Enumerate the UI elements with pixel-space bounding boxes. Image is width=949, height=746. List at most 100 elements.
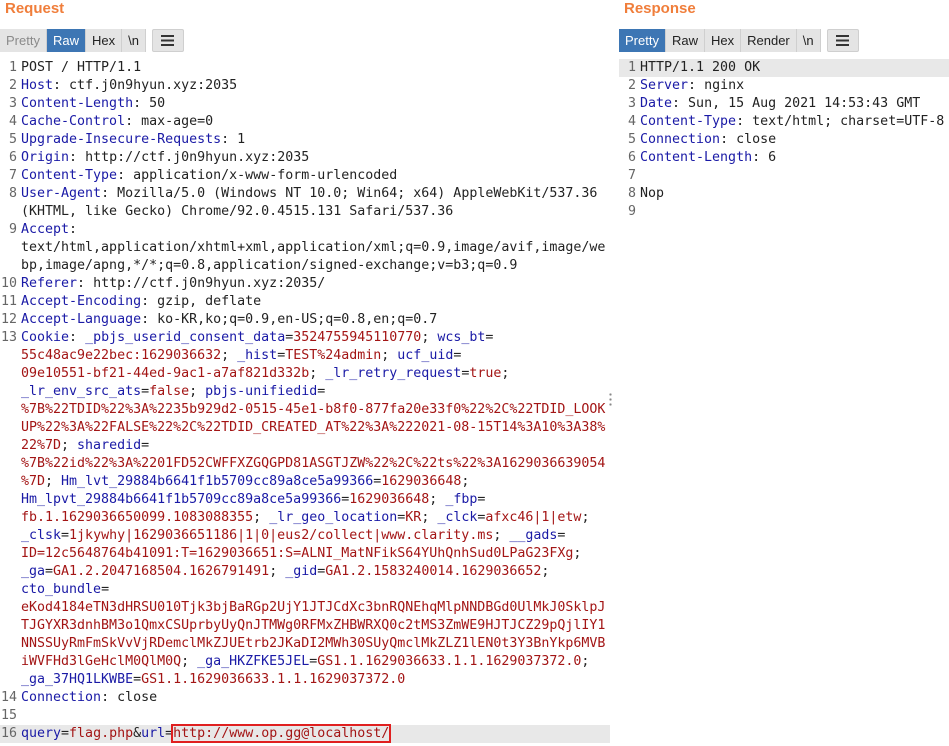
line-number [0, 635, 21, 653]
editor-line: TJGYXR3dnhBM3o1QmxCSUprbyUyQnJTMWg0RFMxZ… [0, 617, 610, 635]
editor-line: 2 Host: ctf.j0n9hyun.xyz:2035 [0, 77, 610, 95]
editor-line: 7 [619, 167, 949, 185]
editor-line: %7B%22id%22%3A%2201FD52CWFFXZGQGPD81ASGT… [0, 455, 610, 473]
editor-line: bp,image/apng,*/*;q=0.8,application/sign… [0, 257, 610, 275]
line-number [0, 239, 21, 257]
editor-line: NNSSUyRmFmSkVvVjRDemclMkZJUEtrb2JKaDI2MW… [0, 635, 610, 653]
editor-line: 7 Content-Type: application/x-www-form-ur… [0, 167, 610, 185]
editor-line: 8 User-Agent: Mozilla/5.0 (Windows NT 10.… [0, 185, 610, 203]
line-number [0, 653, 21, 671]
pane-divider[interactable] [610, 0, 619, 746]
response-tab-hex[interactable]: Hex [704, 29, 742, 52]
editor-line: 5 Connection: close [619, 131, 949, 149]
editor-line: 4 Cache-Control: max-age=0 [0, 113, 610, 131]
line-number [0, 419, 21, 437]
line-number: 7 [627, 168, 636, 183]
line-number [0, 527, 21, 545]
editor-line: %7D; Hm_lvt_29884b6641f1b5709cc89a8ce5a9… [0, 473, 610, 491]
line-number: 3 [627, 96, 636, 111]
editor-line: 3 Date: Sun, 15 Aug 2021 14:53:43 GMT [619, 95, 949, 113]
editor-line: cto_bundle= [0, 581, 610, 599]
editor-line: Hm_lpvt_29884b6641f1b5709cc89a8ce5a99366… [0, 491, 610, 509]
line-number [0, 473, 21, 491]
request-tab-newline[interactable]: \n [122, 29, 146, 52]
line-number: 5 [627, 132, 636, 147]
editor-line: _ga_37HQ1LKWBE=GS1.1.1629036633.1.1.1629… [0, 671, 610, 689]
editor-line: 14 Connection: close [0, 690, 158, 705]
editor-line: _clsk=1jkywhy|1629036651186|1|0|eus2/col… [0, 527, 610, 545]
editor-line: iWVFHd3lGeHclM0QlM0Q; _ga_HKZFKE5JEL=GS1… [0, 653, 610, 671]
line-number [0, 545, 21, 563]
request-pane: Request Pretty Raw Hex \n 1 POST / HTTP/1… [0, 0, 610, 746]
response-title: Response [624, 0, 696, 17]
response-tab-render[interactable]: Render [741, 29, 797, 52]
editor-line: 55c48ac9e22bec:1629036632; _hist=TEST%24… [0, 347, 610, 365]
editor-line: _ga=GA1.2.2047168504.1626791491; _gid=GA… [0, 563, 610, 581]
response-tab-pretty[interactable]: Pretty [619, 29, 666, 52]
request-editor[interactable]: 1 POST / HTTP/1.1 2 Host: ctf.j0n9hyun.xyz… [0, 59, 610, 746]
request-toolbar: Pretty Raw Hex \n [0, 29, 184, 53]
line-number [0, 203, 21, 221]
hamburger-icon [836, 35, 850, 47]
line-number [0, 671, 21, 689]
editor-line: 9 [619, 203, 949, 221]
line-number [0, 617, 21, 635]
line-number: 10 [0, 276, 17, 291]
line-number [0, 383, 21, 401]
editor-line: text/html,application/xhtml+xml,applicat… [0, 239, 610, 257]
editor-line: 15 [0, 707, 610, 725]
line-number: 6 [627, 150, 636, 165]
editor-line: 8 Nop [619, 185, 949, 203]
line-number: 2 [8, 78, 17, 93]
line-number [0, 257, 21, 275]
line-number: 5 [8, 132, 17, 147]
hamburger-icon [161, 35, 175, 47]
line-number: 8 [627, 186, 636, 201]
editor-line: 09e10551-bf21-44ed-9ac1-a7af821d332b; _l… [0, 365, 610, 383]
request-tab-raw[interactable]: Raw [46, 29, 86, 52]
highlighted-url: http://www.op.gg@localhost/ [171, 724, 392, 743]
line-number [0, 365, 21, 383]
request-title: Request [5, 0, 65, 17]
line-number [0, 401, 21, 419]
line-number: 13 [0, 330, 17, 345]
editor-line: 6 Origin: http://ctf.j0n9hyun.xyz:2035 [0, 149, 610, 167]
line-number: 7 [8, 168, 17, 183]
editor-line: 9 Accept: [0, 221, 610, 239]
response-toolbar: Pretty Raw Hex Render \n [619, 29, 859, 53]
line-number: 11 [0, 294, 17, 309]
request-tab-hex[interactable]: Hex [85, 29, 123, 52]
editor-line-current: 1 HTTP/1.1 200 OK [619, 59, 949, 77]
line-number: 6 [8, 150, 17, 165]
line-number: 4 [627, 114, 636, 129]
response-pane: Response Pretty Raw Hex Render \n 1 HTTP/… [619, 0, 949, 746]
request-menu-button[interactable] [151, 29, 184, 52]
editor-line: %7B%22TDID%22%3A%2235b929d2-0515-45e1-b8… [0, 401, 610, 419]
response-tab-raw[interactable]: Raw [665, 29, 705, 52]
drag-handle-icon[interactable] [609, 392, 612, 406]
editor-line: 6 Content-Length: 6 [619, 149, 949, 167]
editor-line: (KHTML, like Gecko) Chrome/92.0.4515.131… [0, 203, 610, 221]
line-number: 8 [8, 186, 17, 201]
line-number: 1 [627, 60, 636, 75]
line-number: 9 [8, 222, 17, 237]
line-number: 4 [8, 114, 17, 129]
editor-line: _lr_env_src_ats=false; pbjs-unifiedid= [0, 383, 610, 401]
response-editor[interactable]: 1 HTTP/1.1 200 OK 2 Server: nginx 3 Date: S… [619, 59, 949, 746]
editor-line: 3 Content-Length: 50 [0, 95, 610, 113]
line-number [0, 455, 21, 473]
line-number: 15 [0, 708, 17, 723]
editor-line: eKod4184eTN3dHRSU010Tjk3bjBaRGp2UjY1JTJC… [0, 599, 610, 617]
line-number: 3 [8, 96, 17, 111]
request-tab-pretty[interactable]: Pretty [0, 29, 47, 52]
editor-line: fb.1.1629036650099.1083088355; _lr_geo_l… [0, 509, 610, 527]
line-number: 12 [0, 312, 17, 327]
editor-line: 1 POST / HTTP/1.1 [0, 59, 610, 77]
line-number [0, 491, 21, 509]
response-tab-newline[interactable]: \n [796, 29, 821, 52]
editor-line: 12 Accept-Language: ko-KR,ko;q=0.9,en-US;… [0, 312, 438, 327]
line-number [0, 581, 21, 599]
response-menu-button[interactable] [826, 29, 859, 52]
editor-line: 4 Content-Type: text/html; charset=UTF-8 [619, 113, 949, 131]
editor-line: 2 Server: nginx [619, 77, 949, 95]
